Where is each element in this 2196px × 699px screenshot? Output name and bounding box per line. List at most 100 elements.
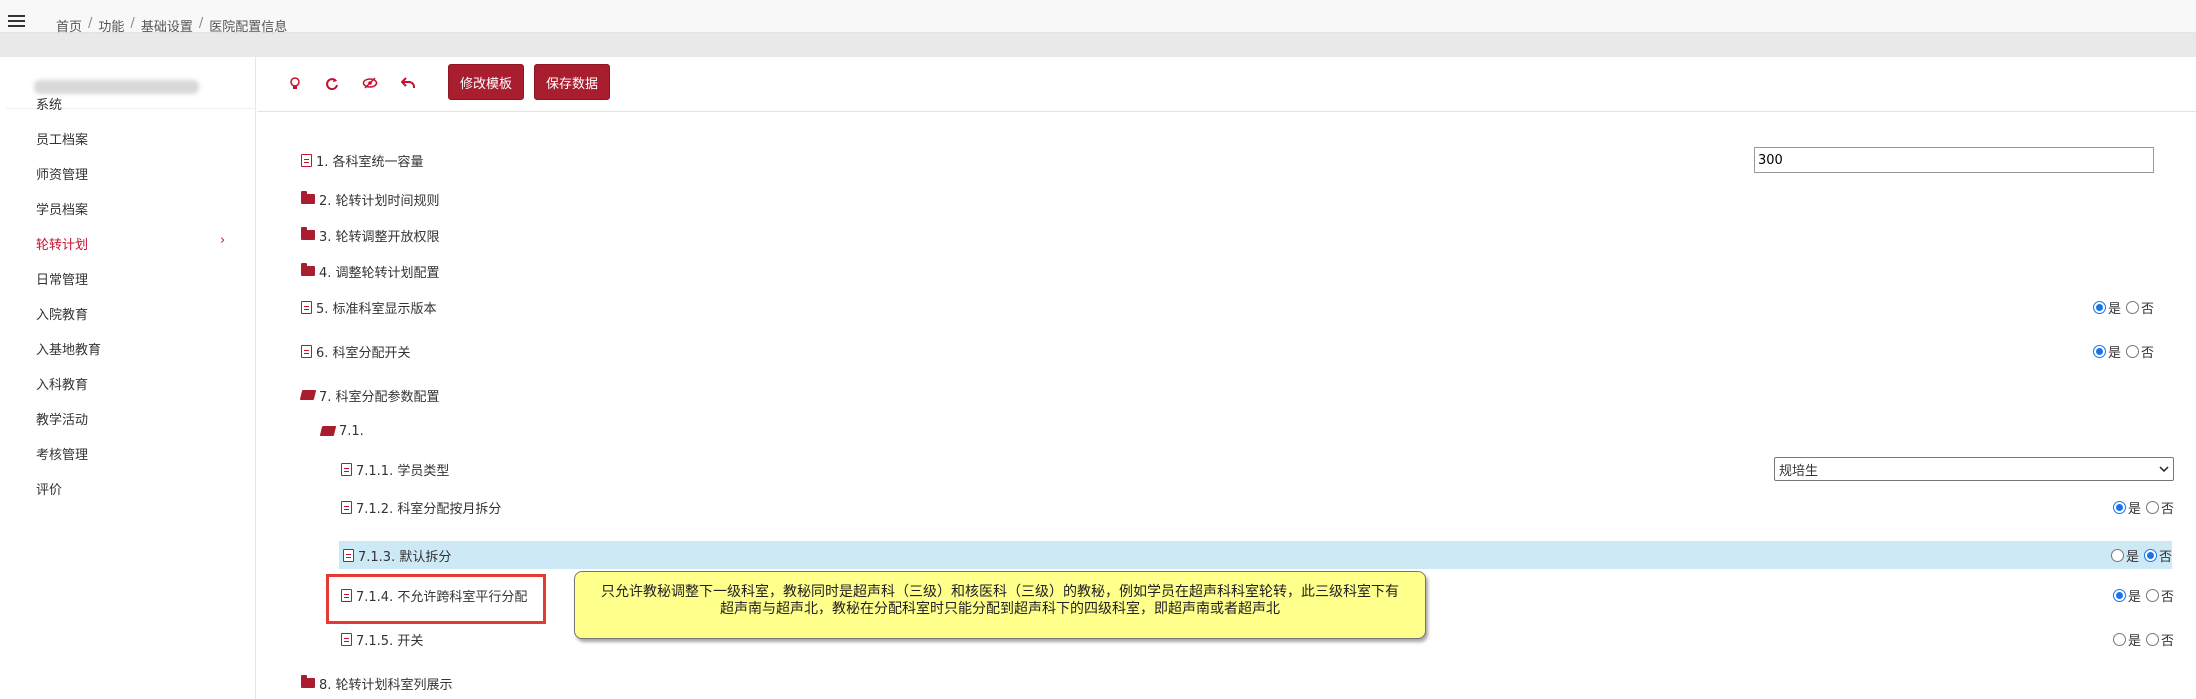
row-label: 7.1.3. 默认拆分 <box>358 549 452 565</box>
selected-value: 规培生 <box>1779 463 1819 479</box>
radio-no-label: 否 <box>2158 549 2172 565</box>
row-label: 7. 科室分配参数配置 <box>319 389 440 405</box>
folder-icon <box>301 227 315 240</box>
row-label: 3. 轮转调整开放权限 <box>319 229 440 245</box>
radio-yes[interactable] <box>2110 548 2124 562</box>
file-icon <box>341 462 352 476</box>
radio-yes[interactable] <box>2112 632 2126 646</box>
radio-no[interactable] <box>2143 548 2157 562</box>
row-label: 7.1. <box>339 423 364 439</box>
config-row-7-1-1: 7.1.1. 学员类型 规培生 <box>341 455 2182 483</box>
eye-slash-icon[interactable] <box>362 77 378 93</box>
file-icon <box>301 344 312 358</box>
file-icon <box>341 632 352 646</box>
radio-yes-label: 是 <box>2107 345 2121 361</box>
config-row-8[interactable]: 8. 轮转计划科室列展示 <box>301 669 2182 697</box>
sidebar-item-evaluation[interactable]: 评价 <box>36 479 62 498</box>
sidebar-item-staff-files[interactable]: 员工档案 <box>36 129 88 148</box>
yes-no-radio-group: 是 否 <box>2112 630 2174 649</box>
row-label: 8. 轮转计划科室列展示 <box>319 677 453 693</box>
radio-no[interactable] <box>2125 344 2139 358</box>
radio-no[interactable] <box>2145 500 2159 514</box>
yes-no-radio-group: 是 否 <box>2110 546 2172 565</box>
sidebar-item-hospital-education[interactable]: 入院教育 <box>36 304 88 323</box>
radio-no-label: 否 <box>2160 589 2174 605</box>
row-label: 7.1.1. 学员类型 <box>356 463 450 479</box>
header-spacer <box>0 34 2196 57</box>
sidebar-item-teaching-activities[interactable]: 教学活动 <box>36 409 88 428</box>
radio-no-label: 否 <box>2160 633 2174 649</box>
sidebar-item-student-files[interactable]: 学员档案 <box>36 199 88 218</box>
row-label: 2. 轮转计划时间规则 <box>319 193 440 209</box>
folder-open-icon <box>299 390 317 400</box>
row-label: 7.1.2. 科室分配按月拆分 <box>356 501 502 517</box>
file-icon <box>301 153 312 167</box>
radio-yes-label: 是 <box>2127 633 2141 649</box>
breadcrumb: 首页 / 功能 / 基础设置 / 医院配置信息 <box>56 16 287 35</box>
file-icon <box>301 300 312 314</box>
yes-no-radio-group: 是 否 <box>2112 498 2174 517</box>
sidebar-item-system[interactable]: 系统 <box>36 94 62 113</box>
radio-no-label: 否 <box>2160 501 2174 517</box>
yes-no-radio-group: 是 否 <box>2092 298 2154 317</box>
menu-toggle-icon[interactable] <box>8 15 25 28</box>
config-row-7-1[interactable]: 7.1. <box>319 417 2182 445</box>
row-label: 1. 各科室统一容量 <box>316 154 424 170</box>
chevron-right-icon: › <box>220 233 226 248</box>
row-label: 6. 科室分配开关 <box>316 345 411 361</box>
edit-template-button[interactable]: 修改模板 <box>448 64 525 100</box>
config-row-7-1-2: 7.1.2. 科室分配按月拆分 是 否 <box>341 493 2182 521</box>
breadcrumb-function[interactable]: 功能 <box>98 16 124 35</box>
lightbulb-icon[interactable] <box>287 77 303 93</box>
sidebar-item-teacher-management[interactable]: 师资管理 <box>36 164 88 183</box>
folder-icon <box>301 191 315 204</box>
radio-yes-label: 是 <box>2107 301 2121 317</box>
undo-icon[interactable] <box>400 77 416 93</box>
sidebar-item-assessment[interactable]: 考核管理 <box>36 444 88 463</box>
radio-no-label: 否 <box>2140 345 2154 361</box>
config-row-4[interactable]: 4. 调整轮转计划配置 <box>301 257 2182 285</box>
radio-no[interactable] <box>2145 588 2159 602</box>
sidebar-item-rotation-plan[interactable]: 轮转计划 <box>36 234 88 253</box>
student-type-select[interactable]: 规培生 <box>1774 457 2174 481</box>
sidebar-item-base-education[interactable]: 入基地教育 <box>36 339 101 358</box>
breadcrumb-basic-settings[interactable]: 基础设置 <box>141 16 193 35</box>
sidebar: 系统 员工档案 师资管理 学员档案 轮转计划 › 日常管理 入院教育 入基地教育… <box>6 57 256 699</box>
radio-no[interactable] <box>2125 300 2139 314</box>
toolbar: 修改模板 保存数据 <box>257 57 2196 112</box>
folder-open-icon <box>319 426 337 436</box>
breadcrumb-separator: / <box>130 16 135 31</box>
folder-icon <box>301 263 315 276</box>
breadcrumb-home[interactable]: 首页 <box>56 16 82 35</box>
yes-no-radio-group: 是 否 <box>2112 586 2174 605</box>
sidebar-item-daily-management[interactable]: 日常管理 <box>36 269 88 288</box>
file-icon <box>341 588 352 602</box>
radio-yes-label: 是 <box>2127 589 2141 605</box>
radio-yes-label: 是 <box>2125 549 2139 565</box>
config-row-7-1-3[interactable]: 7.1.3. 默认拆分 是 否 <box>339 541 2172 569</box>
save-data-button[interactable]: 保存数据 <box>534 64 611 100</box>
row-label: 7.1.4. 不允许跨科室平行分配 <box>356 589 528 605</box>
breadcrumb-separator: / <box>88 16 93 31</box>
config-row-6: 6. 科室分配开关 是 否 <box>301 337 2182 365</box>
row-label: 4. 调整轮转计划配置 <box>319 265 440 281</box>
sidebar-item-department-education[interactable]: 入科教育 <box>36 374 88 393</box>
breadcrumb-separator: / <box>198 16 204 31</box>
file-icon <box>341 500 352 514</box>
row-label: 7.1.5. 开关 <box>356 633 424 649</box>
config-row-2[interactable]: 2. 轮转计划时间规则 <box>301 185 2182 213</box>
radio-yes-label: 是 <box>2127 501 2141 517</box>
radio-yes[interactable] <box>2112 500 2126 514</box>
radio-no-label: 否 <box>2140 301 2154 317</box>
chevron-down-icon <box>2159 466 2169 472</box>
radio-yes[interactable] <box>2092 344 2106 358</box>
unified-capacity-input[interactable] <box>1754 147 2154 173</box>
radio-yes[interactable] <box>2112 588 2126 602</box>
folder-icon <box>301 675 315 688</box>
radio-no[interactable] <box>2145 632 2159 646</box>
annotation-tooltip: 只允许教秘调整下一级科室，教秘同时是超声科（三级）和核医科（三级）的教秘，例如学… <box>574 571 1426 639</box>
config-row-3[interactable]: 3. 轮转调整开放权限 <box>301 221 2182 249</box>
radio-yes[interactable] <box>2092 300 2106 314</box>
config-row-7[interactable]: 7. 科室分配参数配置 <box>299 381 2182 409</box>
refresh-icon[interactable] <box>324 77 340 93</box>
